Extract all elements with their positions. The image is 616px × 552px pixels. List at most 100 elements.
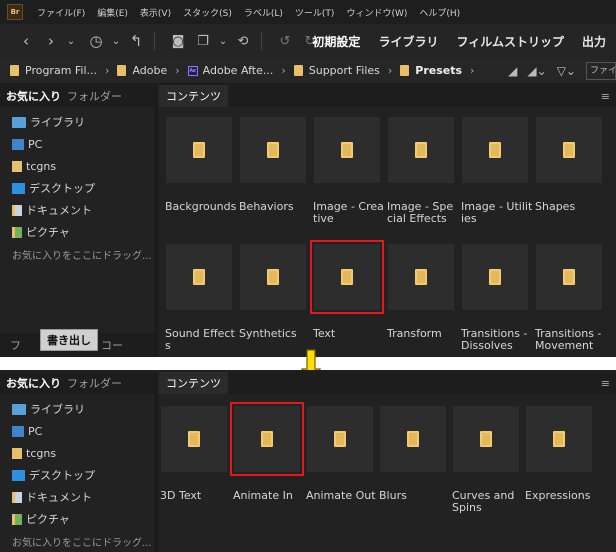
breadcrumb-program-files[interactable]: Program Fil... — [10, 64, 97, 77]
chevron-down-icon[interactable]: ⌄ — [218, 31, 228, 51]
panel-menu-icon[interactable]: ≡ — [601, 90, 610, 103]
folder-thumbnail[interactable] — [462, 117, 528, 183]
menu-tools[interactable]: ツール(T) — [295, 6, 335, 19]
tab-collections[interactable]: コー — [101, 337, 123, 353]
folder-label[interactable]: Curves and Spins — [452, 490, 524, 514]
folder-thumbnail[interactable] — [536, 244, 602, 310]
breadcrumb-label: Adobe Afte... — [202, 64, 274, 77]
menu-view[interactable]: 表示(V) — [140, 6, 171, 19]
workspace-output[interactable]: 出力 — [582, 33, 606, 50]
favorite-documents[interactable]: ドキュメント — [0, 486, 155, 508]
stars-icon[interactable]: ◢⌄ — [527, 64, 546, 78]
folder-thumbnail[interactable] — [310, 240, 384, 314]
batch-icon[interactable]: ❐ — [193, 31, 213, 51]
folder-thumbnail[interactable] — [166, 117, 232, 183]
folder-label[interactable]: Image - Creative — [313, 201, 385, 225]
folder-thumbnail[interactable] — [388, 244, 454, 310]
sort-icon[interactable]: ▽⌄ — [557, 64, 576, 78]
menu-stack[interactable]: スタック(S) — [183, 6, 232, 19]
favorite-pc[interactable]: PC — [0, 133, 155, 155]
folder-label[interactable]: Image - Special Effects — [387, 201, 459, 225]
breadcrumb-presets[interactable]: Presets — [400, 64, 462, 77]
folder-label[interactable]: Backgrounds — [165, 201, 237, 213]
folder-label[interactable]: Text — [313, 328, 385, 340]
rotate-left-icon[interactable]: ↺ — [275, 31, 295, 51]
tab-filter[interactable]: フ — [0, 337, 21, 353]
folder-label[interactable]: Image - Utilities — [461, 201, 533, 225]
folder-label[interactable]: Transitions - Dissolves — [461, 328, 533, 352]
favorite-pictures[interactable]: ピクチャ — [0, 221, 155, 243]
folder-label[interactable]: Behaviors — [239, 201, 311, 213]
tab-content[interactable]: コンテンツ — [159, 85, 228, 107]
tab-favorites[interactable]: お気に入り — [0, 372, 67, 394]
breadcrumb-adobe[interactable]: Adobe — [117, 64, 167, 77]
favorite-desktop[interactable]: デスクトップ — [0, 177, 155, 199]
folder-icon — [489, 269, 501, 285]
folder-thumbnail[interactable] — [388, 117, 454, 183]
folder-thumbnail[interactable] — [314, 117, 380, 183]
folder-thumbnail[interactable] — [161, 406, 227, 472]
folder-label[interactable]: Expressions — [525, 490, 597, 502]
camera-icon[interactable]: ◙ — [168, 31, 188, 51]
tab-folders[interactable]: フォルダー — [67, 372, 128, 394]
folder-thumbnail[interactable] — [526, 406, 592, 472]
chevron-down-icon[interactable]: ⌄ — [111, 31, 121, 51]
folder-label[interactable]: Shapes — [535, 201, 607, 213]
folder-thumbnail[interactable] — [307, 406, 373, 472]
library-icon — [12, 116, 26, 128]
chevron-down-icon[interactable]: ⌄ — [66, 31, 76, 51]
back-icon[interactable]: ‹ — [16, 31, 36, 51]
favorite-pc[interactable]: PC — [0, 420, 155, 442]
tab-favorites[interactable]: お気に入り — [0, 85, 67, 107]
favorite-library[interactable]: ライブラリ — [0, 111, 155, 133]
refresh-icon[interactable]: ⟲ — [233, 31, 253, 51]
menu-window[interactable]: ウィンドウ(W) — [346, 6, 407, 19]
breadcrumb-separator: › — [105, 64, 110, 77]
filter-input[interactable]: ファイル — [586, 62, 616, 80]
folder-thumbnail[interactable] — [536, 117, 602, 183]
favorites-list: ライブラリ PC tcgns デスクトップ ドキュメント ピクチャ お気に入りを… — [0, 394, 155, 552]
history-icon[interactable]: ◷ — [86, 31, 106, 51]
tab-content[interactable]: コンテンツ — [159, 372, 228, 394]
folder-thumbnail[interactable] — [166, 244, 232, 310]
favorite-label: ライブラリ — [30, 116, 85, 129]
breadcrumb-label: Support Files — [308, 64, 380, 77]
forward-icon[interactable]: › — [41, 31, 61, 51]
folder-label[interactable]: 3D Text — [160, 490, 232, 502]
workspace-default[interactable]: 初期設定 — [312, 33, 360, 50]
tab-folders[interactable]: フォルダー — [67, 85, 128, 107]
folder-label[interactable]: Transitions - Movement — [535, 328, 607, 352]
folder-thumbnail[interactable] — [240, 244, 306, 310]
panel-menu-icon[interactable]: ≡ — [601, 377, 610, 390]
menu-help[interactable]: ヘルプ(H) — [419, 6, 460, 19]
folder-thumbnail[interactable] — [380, 406, 446, 472]
folder-label[interactable]: Animate In — [233, 490, 305, 502]
favorite-tcgns[interactable]: tcgns — [0, 155, 155, 177]
menu-edit[interactable]: 編集(E) — [97, 6, 128, 19]
boomerang-icon[interactable]: ↰ — [126, 31, 146, 51]
folder-icon — [267, 142, 279, 158]
favorite-desktop[interactable]: デスクトップ — [0, 464, 155, 486]
menu-file[interactable]: ファイル(F) — [37, 6, 85, 19]
tab-export[interactable]: 書き出し — [40, 329, 98, 351]
folder-thumbnail[interactable] — [240, 117, 306, 183]
favorite-tcgns[interactable]: tcgns — [0, 442, 155, 464]
favorite-documents[interactable]: ドキュメント — [0, 199, 155, 221]
workspace-libraries[interactable]: ライブラリ — [378, 33, 438, 50]
folder-label[interactable]: Synthetics — [239, 328, 311, 340]
breadcrumb-support-files[interactable]: Support Files — [293, 64, 380, 77]
folder-thumbnail[interactable] — [462, 244, 528, 310]
favorite-library[interactable]: ライブラリ — [0, 398, 155, 420]
folder-icon — [553, 431, 565, 447]
workspace-filmstrip[interactable]: フィルムストリップ — [456, 33, 564, 50]
menu-label[interactable]: ラベル(L) — [244, 6, 283, 19]
folder-label[interactable]: Animate Out — [306, 490, 378, 502]
folder-label[interactable]: Sound Effects — [165, 328, 237, 352]
favorite-pictures[interactable]: ピクチャ — [0, 508, 155, 530]
folder-thumbnail[interactable] — [230, 402, 304, 476]
quality-icon[interactable]: ◢ — [508, 64, 517, 78]
folder-label[interactable]: Blurs — [379, 490, 451, 502]
breadcrumb-after-effects[interactable]: Ae Adobe Afte... — [187, 64, 274, 77]
folder-label[interactable]: Transform — [387, 328, 459, 340]
folder-thumbnail[interactable] — [453, 406, 519, 472]
